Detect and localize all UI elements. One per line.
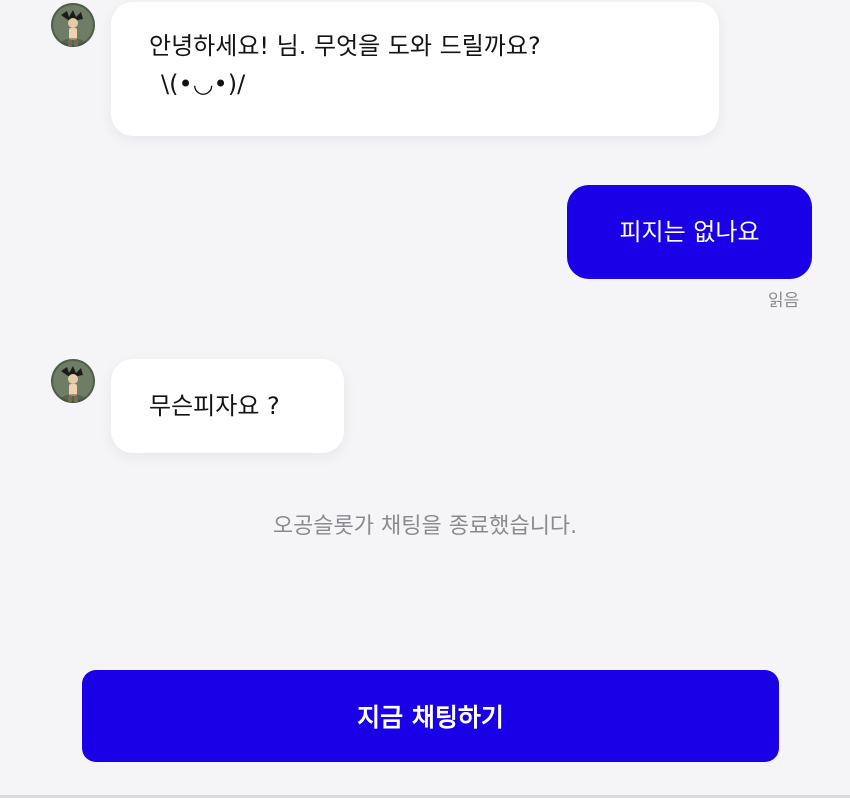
agent-avatar <box>51 359 95 403</box>
message-emoticon: \(•◡•)/ <box>161 70 246 98</box>
message-bubble-agent: 무슨피자요 ? <box>111 359 344 453</box>
agent-avatar <box>51 3 95 47</box>
avatar-image-icon <box>51 359 95 403</box>
start-chat-button[interactable]: 지금 채팅하기 <box>82 670 779 762</box>
message-text: 안녕하세요! 님. 무엇을 도와 드릴까요? <box>149 32 541 60</box>
chat-screen: 안녕하세요! 님. 무엇을 도와 드릴까요? \(•◡•)/ 피지는 없나요 읽… <box>0 0 850 798</box>
chat-ended-notice: 오공슬롯가 채팅을 종료했습니다. <box>272 514 578 539</box>
avatar-image-icon <box>51 3 95 47</box>
message-text: 무슨피자요 ? <box>149 392 280 420</box>
read-status: 읽음 <box>768 291 800 311</box>
message-bubble-agent: 안녕하세요! 님. 무엇을 도와 드릴까요? \(•◡•)/ <box>111 2 719 136</box>
message-bubble-user: 피지는 없나요 <box>567 185 812 279</box>
message-text: 피지는 없나요 <box>619 218 760 246</box>
